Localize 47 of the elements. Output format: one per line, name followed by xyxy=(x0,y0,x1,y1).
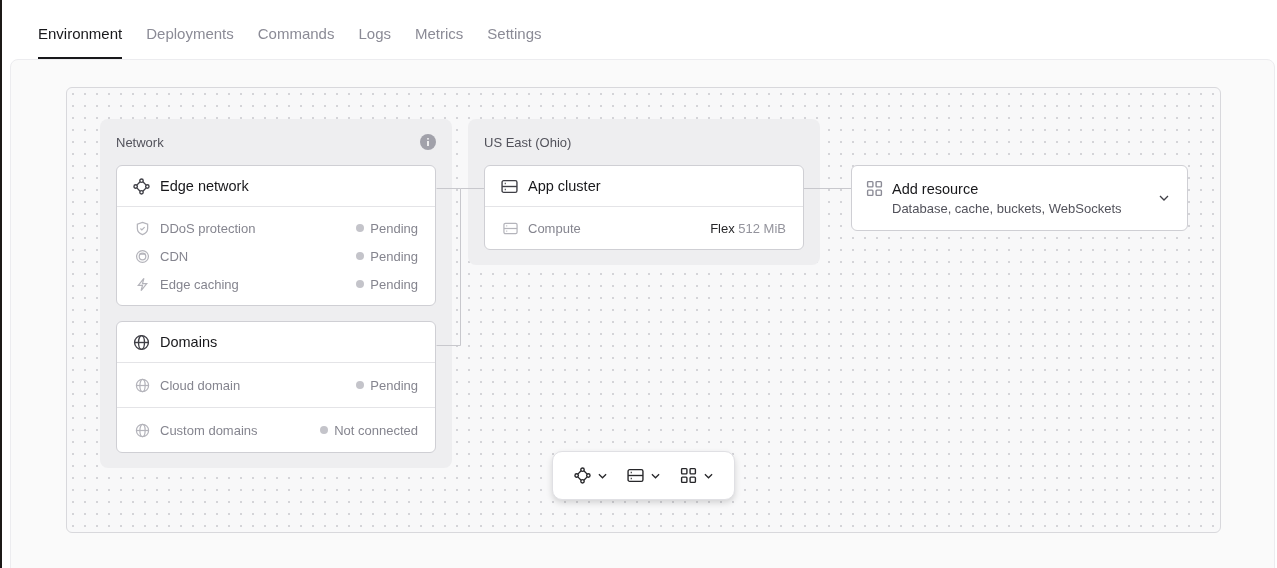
status-text: Not connected xyxy=(334,422,418,438)
card-title: App cluster xyxy=(528,178,601,194)
status-text: Pending xyxy=(370,248,418,264)
plan-text: Flex 512 MiB xyxy=(710,220,786,236)
card-title: Domains xyxy=(160,334,218,350)
chevron-down-icon xyxy=(1159,195,1169,201)
item-label: DDoS protection xyxy=(160,220,257,236)
nodes-icon xyxy=(574,467,591,484)
group-title: US East (Ohio) xyxy=(484,134,572,150)
grid-icon xyxy=(680,467,697,484)
item-label: Edge caching xyxy=(160,276,240,292)
status-dot-icon xyxy=(356,381,365,389)
group-title: Network xyxy=(116,134,164,150)
status-dot-icon xyxy=(356,280,365,288)
card-subtitle: Database, cache, buckets, WebSockets xyxy=(892,200,1123,216)
status-dot-icon xyxy=(320,426,329,434)
chevron-down-icon xyxy=(598,472,607,479)
chevron-down-icon xyxy=(704,472,713,479)
chevron-down-icon xyxy=(651,472,660,479)
server-icon xyxy=(627,467,644,484)
item-label: Custom domains xyxy=(160,422,259,438)
card-title: Edge network xyxy=(160,178,249,194)
add-resource-card[interactable]: Add resource Database, cache, buckets, WebSockets xyxy=(851,165,1188,231)
status-text: Pending xyxy=(370,377,418,393)
status-text: Pending xyxy=(370,220,418,236)
globe-icon xyxy=(133,333,150,351)
item-label: Compute xyxy=(528,220,582,236)
status-dot-icon xyxy=(356,224,365,232)
globe-icon xyxy=(135,377,150,393)
globe-icon xyxy=(135,422,150,438)
status-text: Pending xyxy=(370,276,418,292)
grid-icon xyxy=(866,180,883,197)
tab[interactable]: Commands xyxy=(257,0,335,59)
connector-line xyxy=(803,188,852,189)
item-label: CDN xyxy=(160,248,190,264)
bolt-icon xyxy=(135,276,150,292)
resource-card[interactable]: Domains Cloud domain Pending Custom domains Not connected xyxy=(116,321,436,453)
server-icon xyxy=(503,220,518,236)
shield-icon xyxy=(135,220,150,236)
item-label: Cloud domain xyxy=(160,377,242,393)
status-dot-icon xyxy=(356,252,365,260)
server-icon xyxy=(501,177,518,195)
card-title: Add resource xyxy=(892,180,980,197)
resource-card[interactable]: App cluster Compute Flex 512 MiB xyxy=(484,165,804,250)
nodes-icon xyxy=(133,177,150,195)
target-icon xyxy=(135,248,150,264)
resource-card[interactable]: Edge network DDoS protection Pending CDN Pending Edge caching Pending xyxy=(116,165,436,306)
